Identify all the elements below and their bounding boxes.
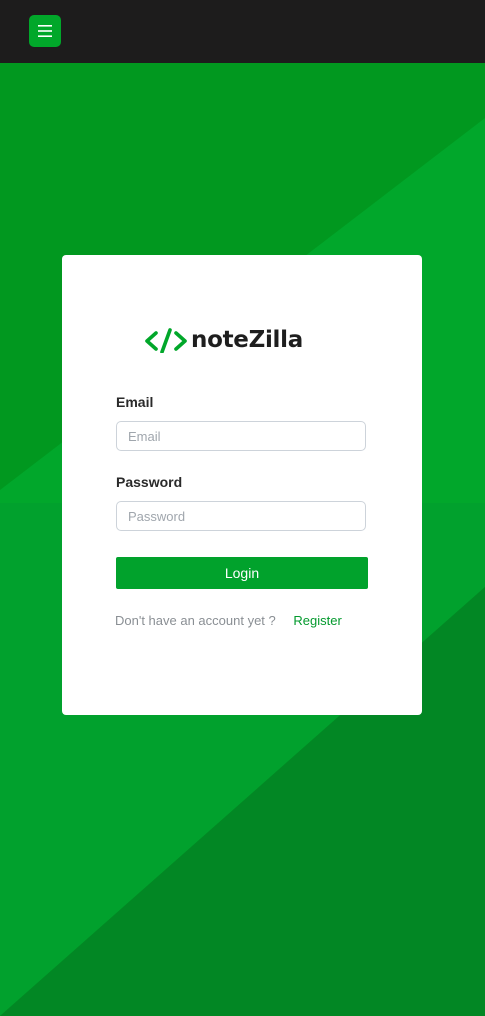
- password-input[interactable]: [116, 501, 366, 531]
- password-label: Password: [116, 474, 183, 490]
- email-label: Email: [116, 394, 154, 410]
- register-row: Don't have an account yet ? Register: [115, 613, 342, 628]
- brand-logo: noteZilla: [145, 327, 303, 353]
- email-input[interactable]: [116, 421, 366, 451]
- login-button[interactable]: Login: [116, 557, 368, 589]
- register-prompt: Don't have an account yet ?: [115, 613, 276, 628]
- top-navbar: [0, 0, 485, 63]
- login-card: noteZilla Email Password Login Don't hav…: [62, 255, 422, 715]
- code-brackets-icon: [145, 328, 187, 353]
- brand-name: noteZilla: [191, 327, 303, 353]
- page: noteZilla Email Password Login Don't hav…: [0, 0, 485, 1016]
- menu-toggle-button[interactable]: [29, 15, 61, 47]
- register-link[interactable]: Register: [293, 613, 341, 628]
- hamburger-icon: [38, 25, 52, 37]
